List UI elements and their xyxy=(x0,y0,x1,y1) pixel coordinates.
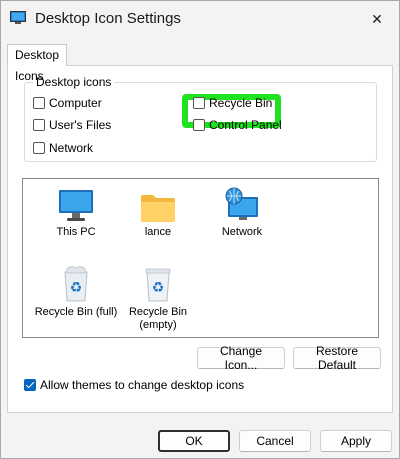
svg-text:♻: ♻ xyxy=(70,280,83,296)
list-item-this-pc[interactable]: This PC xyxy=(31,185,121,239)
checkbox-box[interactable] xyxy=(33,97,45,109)
apply-button[interactable]: Apply xyxy=(320,430,392,452)
checkbox-label: Allow themes to change desktop icons xyxy=(40,378,245,392)
icon-label: Network xyxy=(221,226,263,238)
list-item-recycle-bin-empty[interactable]: ♻ Recycle Bin (empty) xyxy=(113,265,203,332)
recycle-bin-full-icon: ♻ xyxy=(64,266,88,302)
checkbox-box[interactable] xyxy=(33,119,45,131)
monitor-icon xyxy=(59,190,93,221)
list-item-network[interactable]: Network xyxy=(197,185,287,239)
list-item-recycle-bin-full[interactable]: ♻ Recycle Bin (full) xyxy=(31,265,121,319)
close-icon: ✕ xyxy=(371,10,383,27)
checkbox-label: Computer xyxy=(49,96,102,110)
tab-desktop-icons[interactable]: Desktop Icons xyxy=(7,44,68,83)
checkbox-label: User's Files xyxy=(49,118,112,132)
app-monitor-icon xyxy=(10,11,26,24)
change-icon-button[interactable]: Change Icon... xyxy=(197,344,285,372)
groupbox-legend: Desktop icons xyxy=(33,75,115,89)
svg-text:♻: ♻ xyxy=(152,280,165,296)
close-button[interactable]: ✕ xyxy=(355,1,399,37)
icon-label: Recycle Bin (full) xyxy=(34,306,118,318)
desktop-icons-groupbox: Desktop icons Computer User's Files Netw… xyxy=(24,75,377,162)
icon-label: Recycle Bin (empty) xyxy=(128,306,188,331)
tab-panel: Desktop icons Computer User's Files Netw… xyxy=(7,65,393,413)
icon-list[interactable]: This PC lance Network ♻ Recycle Bin (ful… xyxy=(22,178,379,338)
checkbox-box[interactable] xyxy=(193,97,205,109)
users-files-checkbox[interactable]: User's Files xyxy=(33,116,111,134)
checkbox-box-checked[interactable] xyxy=(24,379,36,391)
icon-label: This PC xyxy=(56,226,96,238)
checkbox-label: Control Panel xyxy=(209,118,282,132)
recycle-bin-checkbox[interactable]: Recycle Bin xyxy=(193,94,272,112)
allow-themes-checkbox[interactable]: Allow themes to change desktop icons xyxy=(24,376,244,394)
restore-default-button[interactable]: Restore Default xyxy=(293,344,381,372)
checkbox-label: Network xyxy=(49,141,94,155)
icon-label: lance xyxy=(144,226,172,238)
recycle-bin-empty-icon: ♻ xyxy=(145,268,171,302)
folder-icon xyxy=(141,195,175,222)
window-title: Desktop Icon Settings xyxy=(35,10,181,27)
network-checkbox[interactable]: Network xyxy=(33,139,93,157)
checkbox-box[interactable] xyxy=(33,142,45,154)
checkbox-box[interactable] xyxy=(193,119,205,131)
ok-button[interactable]: OK xyxy=(158,430,230,452)
computer-checkbox[interactable]: Computer xyxy=(33,94,102,112)
cancel-button[interactable]: Cancel xyxy=(239,430,311,452)
control-panel-checkbox[interactable]: Control Panel xyxy=(193,116,282,134)
network-globe-icon xyxy=(225,187,258,220)
checkbox-label: Recycle Bin xyxy=(209,96,273,110)
desktop-icon-settings-dialog: Desktop Icon Settings ✕ Desktop Icons De… xyxy=(0,0,400,459)
list-item-lance[interactable]: lance xyxy=(113,185,203,239)
title-bar: Desktop Icon Settings ✕ xyxy=(1,1,399,37)
